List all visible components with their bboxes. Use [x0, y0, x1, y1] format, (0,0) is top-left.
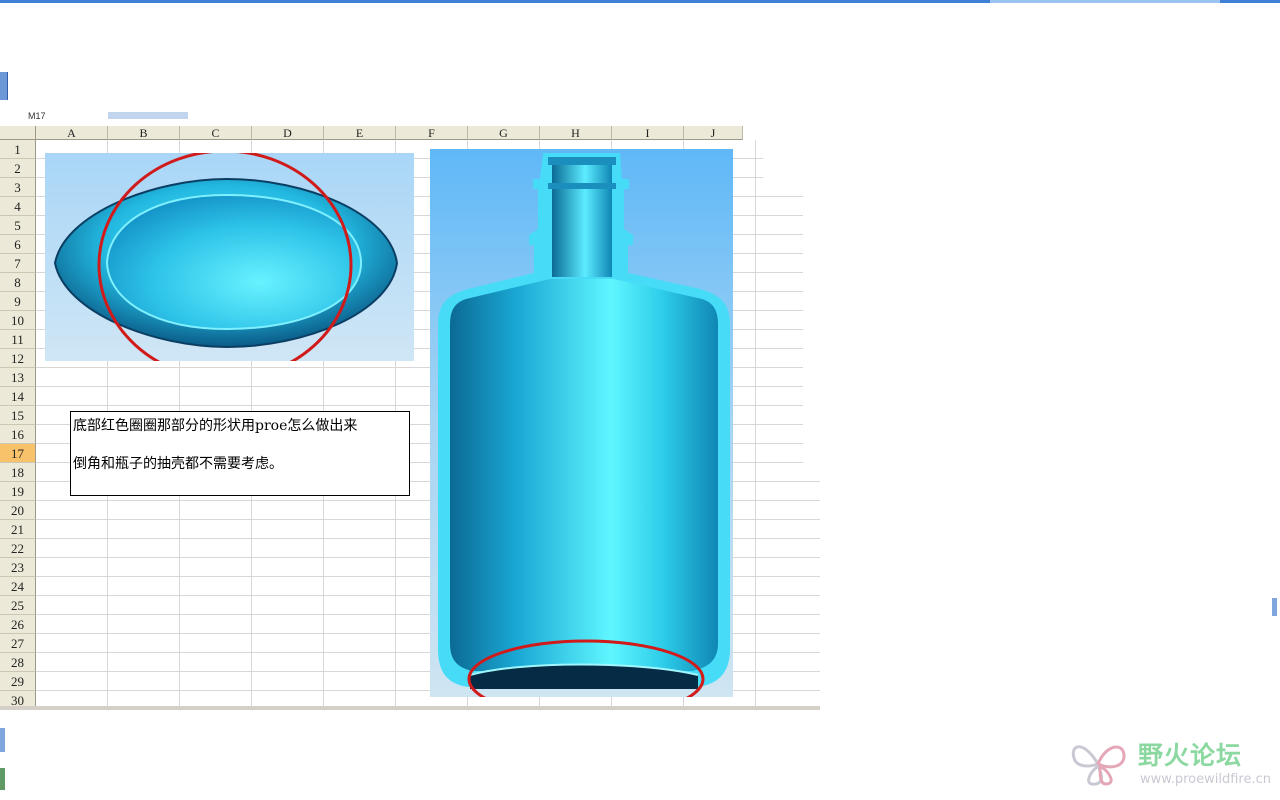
row-header-3[interactable]: 3 — [0, 178, 36, 197]
column-header-J[interactable]: J — [684, 126, 743, 140]
row-header-5[interactable]: 5 — [0, 216, 36, 235]
watermark-title: 野火论坛 — [1138, 741, 1243, 770]
watermark-url: www.proewildfire.cn — [1140, 772, 1271, 787]
row-header-16[interactable]: 16 — [0, 425, 36, 444]
name-box[interactable]: M17 — [28, 112, 46, 121]
taskbar-edge-icon-green[interactable] — [0, 768, 5, 790]
grid-blank-area — [743, 126, 820, 140]
row-header-6[interactable]: 6 — [0, 235, 36, 254]
row-header-10[interactable]: 10 — [0, 311, 36, 330]
row-header-25[interactable]: 25 — [0, 596, 36, 615]
row-header-2[interactable]: 2 — [0, 159, 36, 178]
grid-blank-area — [763, 140, 820, 180]
row-header-24[interactable]: 24 — [0, 577, 36, 596]
column-header-C[interactable]: C — [180, 126, 252, 140]
row-header-19[interactable]: 19 — [0, 482, 36, 501]
column-header-E[interactable]: E — [324, 126, 396, 140]
scroll-marker[interactable] — [1272, 598, 1277, 616]
row-header-13[interactable]: 13 — [0, 368, 36, 387]
row-header-4[interactable]: 4 — [0, 197, 36, 216]
column-header-H[interactable]: H — [540, 126, 612, 140]
row-header-28[interactable]: 28 — [0, 653, 36, 672]
sheet-tabs-bar[interactable] — [0, 706, 820, 710]
row-header-12[interactable]: 12 — [0, 349, 36, 368]
row-header-8[interactable]: 8 — [0, 273, 36, 292]
window-top-edge-highlight — [990, 0, 1220, 3]
column-header-B[interactable]: B — [108, 126, 180, 140]
row-header-17[interactable]: 17 — [0, 444, 36, 463]
question-line-1: 底部红色圈圈那部分的形状用proe怎么做出来 — [73, 418, 358, 434]
row-header-18[interactable]: 18 — [0, 463, 36, 482]
question-line-2: 倒角和瓶子的抽壳都不需要考虑。 — [73, 456, 283, 472]
column-header-I[interactable]: I — [612, 126, 684, 140]
column-header-A[interactable]: A — [36, 126, 108, 140]
column-header-F[interactable]: F — [396, 126, 468, 140]
grid-blank-area — [803, 180, 820, 480]
row-header-11[interactable]: 11 — [0, 330, 36, 349]
row-header-7[interactable]: 7 — [0, 254, 36, 273]
row-header-22[interactable]: 22 — [0, 539, 36, 558]
row-header-1[interactable]: 1 — [0, 140, 36, 159]
row-header-29[interactable]: 29 — [0, 672, 36, 691]
row-header-20[interactable]: 20 — [0, 501, 36, 520]
bottle-top-view-image — [45, 153, 414, 361]
row-header-21[interactable]: 21 — [0, 520, 36, 539]
row-header-26[interactable]: 26 — [0, 615, 36, 634]
select-all-corner[interactable] — [0, 126, 36, 140]
column-header-D[interactable]: D — [252, 126, 324, 140]
column-header-G[interactable]: G — [468, 126, 540, 140]
question-textbox[interactable]: 底部红色圈圈那部分的形状用proe怎么做出来 倒角和瓶子的抽壳都不需要考虑。 — [70, 411, 410, 496]
bottle-front-view-image — [430, 149, 733, 697]
formula-bar-selection — [108, 112, 188, 119]
butterfly-logo-icon — [1071, 745, 1126, 786]
row-header-27[interactable]: 27 — [0, 634, 36, 653]
toolbar-grip[interactable] — [0, 72, 8, 100]
row-header-15[interactable]: 15 — [0, 406, 36, 425]
row-header-9[interactable]: 9 — [0, 292, 36, 311]
forum-watermark: 野火论坛 www.proewildfire.cn — [1068, 734, 1273, 794]
row-header-23[interactable]: 23 — [0, 558, 36, 577]
formula-bar-strip: M17 — [0, 112, 290, 121]
row-header-14[interactable]: 14 — [0, 387, 36, 406]
taskbar-edge-icon[interactable] — [0, 728, 5, 752]
